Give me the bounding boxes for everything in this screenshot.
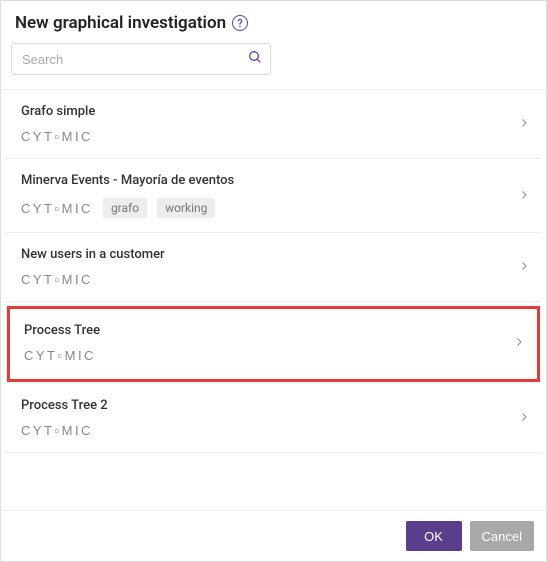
tag: working (157, 198, 215, 218)
list-item[interactable]: Process Tree 2 CYT▫MIC (5, 386, 542, 453)
item-subline: CYT▫MIC grafo working (21, 198, 526, 218)
list-item[interactable]: New users in a customer CYT▫MIC (5, 235, 542, 302)
item-subline: CYT▫MIC (21, 129, 526, 144)
tag: grafo (103, 198, 147, 218)
item-subline: CYT▫MIC (21, 272, 526, 287)
list-item[interactable]: Grafo simple CYT▫MIC (5, 92, 542, 159)
list-item[interactable]: Minerva Events - Mayoría de eventos CYT▫M… (5, 161, 542, 233)
dialog-footer: OK Cancel (1, 510, 546, 561)
item-title: New users in a customer (21, 247, 526, 262)
cancel-button[interactable]: Cancel (470, 521, 534, 551)
search-section (1, 43, 546, 89)
chevron-right-icon (513, 333, 525, 355)
search-box (11, 43, 271, 75)
dialog-header: New graphical investigation ? (1, 1, 546, 43)
item-subline: CYT▫MIC (24, 348, 523, 363)
item-title: Process Tree (24, 323, 523, 338)
chevron-right-icon (518, 186, 530, 208)
dialog-title: New graphical investigation (15, 13, 226, 33)
item-title: Minerva Events - Mayoría de eventos (21, 173, 526, 188)
chevron-right-icon (518, 114, 530, 136)
item-title: Grafo simple (21, 104, 526, 119)
brand-label: CYT▫MIC (21, 129, 93, 144)
ok-button[interactable]: OK (406, 521, 462, 551)
search-input[interactable] (11, 43, 271, 75)
brand-label: CYT▫MIC (24, 348, 96, 363)
item-title: Process Tree 2 (21, 398, 526, 413)
brand-label: CYT▫MIC (21, 423, 93, 438)
investigation-list[interactable]: Grafo simpleCYT▫MICMinerva Events - Mayo… (1, 89, 546, 510)
list-item[interactable]: Process Tree CYT▫MIC (7, 306, 540, 382)
brand-label: CYT▫MIC (21, 201, 93, 216)
help-icon[interactable]: ? (232, 15, 248, 31)
chevron-right-icon (518, 408, 530, 430)
brand-label: CYT▫MIC (21, 272, 93, 287)
item-subline: CYT▫MIC (21, 423, 526, 438)
chevron-right-icon (518, 257, 530, 279)
